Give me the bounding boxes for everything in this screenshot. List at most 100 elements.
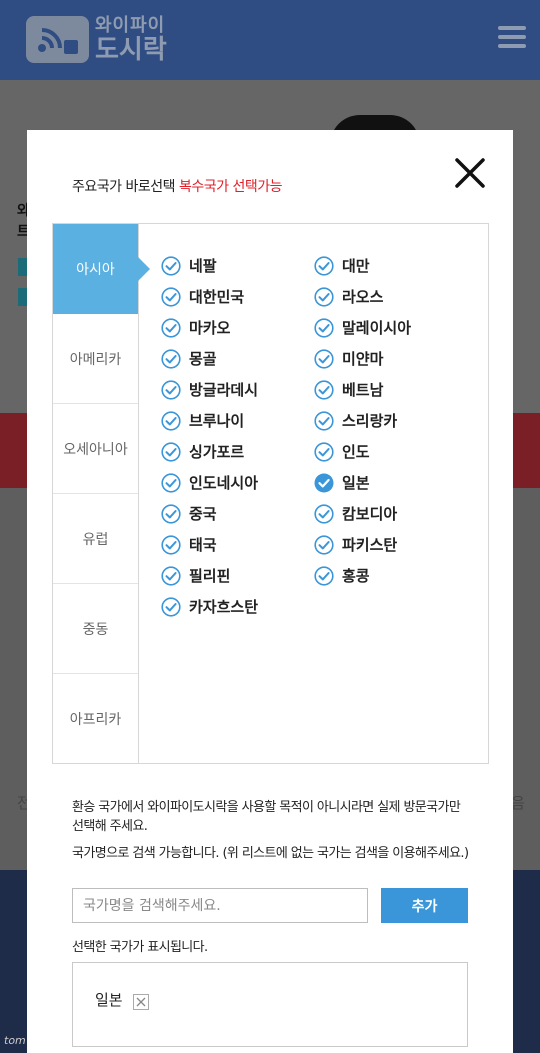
- check-circle-icon: [314, 534, 342, 555]
- hamburger-menu-icon[interactable]: [498, 26, 526, 48]
- country-option[interactable]: 대만: [314, 250, 467, 281]
- region-tabs: 아시아 아메리카 오세아니아 유럽 중동 아프리카: [53, 224, 150, 764]
- remove-icon[interactable]: [132, 993, 149, 1010]
- country-option[interactable]: 카자흐스탄: [161, 591, 314, 622]
- country-label: 베트남: [342, 381, 384, 399]
- site-header: 와이파이 도시락: [0, 0, 540, 80]
- wifi-logo-icon: [26, 16, 89, 63]
- country-option[interactable]: 파키스탄: [314, 529, 467, 560]
- country-label: 카자흐스탄: [189, 598, 259, 616]
- country-picker: 아시아 아메리카 오세아니아 유럽 중동 아프리카 네팔 대만대한민국 라오스마카오 말레이시아…: [52, 223, 489, 764]
- country-option[interactable]: 방글라데시: [161, 374, 314, 405]
- logo-text: 와이파이 도시락: [95, 14, 167, 65]
- check-circle-icon: [161, 410, 189, 431]
- logo[interactable]: 와이파이 도시락: [26, 16, 167, 63]
- country-label: 홍콩: [342, 567, 370, 585]
- check-circle-icon: [161, 255, 189, 276]
- country-label: 대만: [342, 257, 370, 275]
- check-circle-icon: [161, 348, 189, 369]
- country-label: 싱가포르: [189, 443, 245, 461]
- country-option[interactable]: 일본: [314, 467, 467, 498]
- country-label: 태국: [189, 536, 217, 554]
- check-circle-icon: [161, 286, 189, 307]
- country-option[interactable]: 중국: [161, 498, 314, 529]
- country-option[interactable]: 인도네시아: [161, 467, 314, 498]
- country-label: 스리랑카: [342, 412, 398, 430]
- check-circle-icon: [161, 534, 189, 555]
- bg-text-fragment: 음: [511, 794, 525, 812]
- country-label: 몽골: [189, 350, 217, 368]
- check-circle-icon: [314, 410, 342, 431]
- logo-line2: 도시락: [95, 34, 167, 65]
- country-label: 브루나이: [189, 412, 245, 430]
- watermark: tom: [4, 1034, 26, 1047]
- country-option[interactable]: 인도: [314, 436, 467, 467]
- checked-circle-icon: [314, 473, 342, 493]
- country-label: 캄보디아: [342, 505, 398, 523]
- country-label: 필리핀: [189, 567, 231, 585]
- check-circle-icon: [314, 379, 342, 400]
- country-label: 네팔: [189, 257, 217, 275]
- country-option[interactable]: 마카오: [161, 312, 314, 343]
- country-label: 중국: [189, 505, 217, 523]
- country-option[interactable]: 베트남: [314, 374, 467, 405]
- check-circle-icon: [314, 348, 342, 369]
- country-option[interactable]: 싱가포르: [161, 436, 314, 467]
- modal-title: 주요국가 바로선택 복수국가 선택가능: [72, 176, 283, 196]
- modal-title-text: 주요국가 바로선택: [72, 179, 176, 195]
- search-notice: 국가명으로 검색 가능합니다. (위 리스트에 없는 국가는 검색을 이용해주세…: [72, 846, 469, 861]
- check-circle-icon: [161, 565, 189, 586]
- selected-country-chip: 일본: [95, 989, 149, 1010]
- country-label: 파키스탄: [342, 536, 398, 554]
- country-option[interactable]: 네팔: [161, 250, 314, 281]
- country-label: 방글라데시: [189, 381, 259, 399]
- tab-region[interactable]: 오세아니아: [53, 404, 138, 494]
- country-option[interactable]: 태국: [161, 529, 314, 560]
- tab-region[interactable]: 아시아: [53, 224, 150, 314]
- check-circle-icon: [161, 441, 189, 462]
- tab-region[interactable]: 아메리카: [53, 314, 138, 404]
- country-select-modal: 주요국가 바로선택 복수국가 선택가능 아시아 아메리카 오세아니아 유럽 중동 아프리카 …: [27, 130, 513, 1053]
- tab-region[interactable]: 유럽: [53, 494, 138, 584]
- country-label: 인도: [342, 443, 370, 461]
- country-option[interactable]: 몽골: [161, 343, 314, 374]
- check-circle-icon: [161, 472, 189, 493]
- check-circle-icon: [161, 379, 189, 400]
- country-list: 네팔 대만대한민국 라오스마카오 말레이시아몽골 미얀마방글라데시 베트남브루나이 스리랑카…: [161, 250, 481, 622]
- check-circle-icon: [314, 255, 342, 276]
- check-circle-icon: [314, 286, 342, 307]
- close-icon[interactable]: [453, 156, 487, 190]
- country-label: 라오스: [342, 288, 384, 306]
- check-circle-icon: [161, 317, 189, 338]
- country-option[interactable]: 캄보디아: [314, 498, 467, 529]
- country-option[interactable]: 라오스: [314, 281, 467, 312]
- logo-line1: 와이파이: [95, 14, 166, 36]
- transit-notice: 환승 국가에서 와이파이도시락을 사용할 목적이 아니시라면 실제 방문국가만 …: [72, 800, 461, 834]
- tab-region[interactable]: 아프리카: [53, 674, 138, 764]
- country-label: 일본: [342, 474, 370, 492]
- multi-select-note: 복수국가 선택가능: [179, 179, 283, 195]
- country-label: 말레이시아: [342, 319, 412, 337]
- country-label: 마카오: [189, 319, 231, 337]
- country-option[interactable]: 필리핀: [161, 560, 314, 591]
- check-circle-icon: [314, 317, 342, 338]
- check-circle-icon: [314, 503, 342, 524]
- country-option[interactable]: 말레이시아: [314, 312, 467, 343]
- country-label: 인도네시아: [189, 474, 259, 492]
- tab-region[interactable]: 중동: [53, 584, 138, 674]
- country-option[interactable]: 스리랑카: [314, 405, 467, 436]
- check-circle-icon: [161, 503, 189, 524]
- country-search-input[interactable]: [72, 888, 368, 923]
- country-option[interactable]: 홍콩: [314, 560, 467, 591]
- selected-countries-box: 일본: [72, 962, 468, 1047]
- selected-country-label: 일본: [95, 991, 123, 1009]
- country-option[interactable]: 브루나이: [161, 405, 314, 436]
- check-circle-icon: [314, 441, 342, 462]
- country-option[interactable]: 대한민국: [161, 281, 314, 312]
- add-country-button[interactable]: 추가: [381, 888, 468, 923]
- country-label: 대한민국: [189, 288, 245, 306]
- selected-countries-label: 선택한 국가가 표시됩니다.: [72, 940, 208, 955]
- check-circle-icon: [161, 596, 189, 617]
- country-label: 미얀마: [342, 350, 384, 368]
- country-option[interactable]: 미얀마: [314, 343, 467, 374]
